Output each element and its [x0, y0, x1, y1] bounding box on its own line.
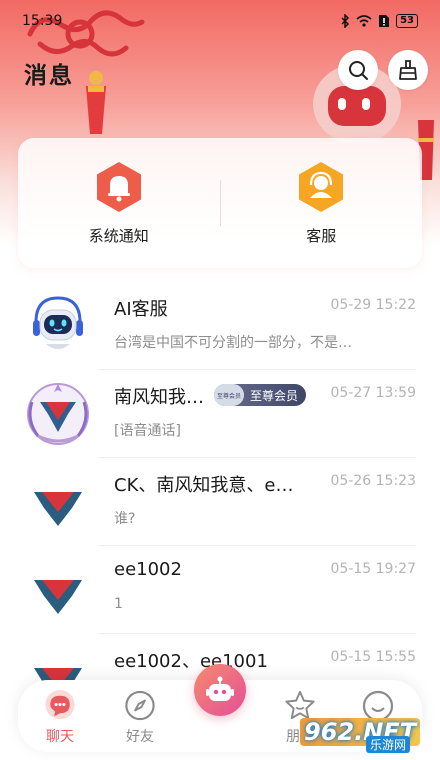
emblem-avatar-icon — [27, 383, 89, 445]
broom-icon — [399, 60, 417, 80]
vip-badge: 至尊会员 至尊会员 — [214, 384, 306, 406]
chat-time: 05-27 13:59 — [330, 385, 416, 401]
chat-name: 南风知我… — [114, 387, 204, 408]
search-button[interactable] — [338, 50, 378, 90]
chat-list: AI客服 05-29 15:22 台湾是中国不可分割的一部分，不是… 南风知我…… — [0, 282, 440, 722]
chat-time: 05-29 15:22 — [330, 297, 416, 313]
status-bar: 15:39 53 — [0, 0, 440, 42]
chat-item-nanfeng[interactable]: 南风知我… 至尊会员 至尊会员 05-27 13:59 [语音通话] — [0, 370, 440, 458]
emblem-avatar-icon — [34, 492, 82, 526]
system-notification-button[interactable]: 系统通知 — [18, 138, 220, 268]
chat-item-ai-service[interactable]: AI客服 05-29 15:22 台湾是中国不可分割的一部分，不是… — [0, 282, 440, 370]
chat-preview: 谁? — [114, 511, 136, 527]
site-watermark: 962.NET 乐游网 — [300, 708, 436, 756]
vip-emblem-icon: 至尊会员 — [214, 384, 244, 406]
chat-name: ee1002、ee1001 — [114, 651, 268, 672]
chat-name: AI客服 — [114, 299, 168, 320]
headset-agent-icon — [299, 161, 344, 212]
robot-icon — [206, 676, 234, 701]
compass-icon — [125, 690, 155, 721]
system-notification-label: 系统通知 — [88, 226, 149, 245]
tassel-decoration — [86, 71, 106, 134]
chat-item-ee1002[interactable]: ee1002 05-15 19:27 1 — [0, 546, 440, 634]
chat-preview: 台湾是中国不可分割的一部分，不是… — [114, 335, 352, 351]
page-title: 消息 — [24, 63, 74, 89]
tab-chat[interactable]: 聊天 — [30, 688, 90, 746]
chat-time: 05-26 15:23 — [330, 473, 416, 489]
chat-preview: 1 — [114, 596, 123, 612]
quick-actions-card: 系统通知 客服 — [18, 138, 422, 268]
chat-preview: [语音通话] — [114, 423, 181, 439]
status-time: 15:39 — [22, 13, 63, 29]
bluetooth-icon — [341, 14, 350, 28]
ai-assistant-button[interactable] — [194, 664, 246, 716]
tab-friends[interactable]: 好友 — [110, 688, 170, 746]
vip-badge-label: 至尊会员 — [250, 388, 299, 403]
wifi-icon — [356, 15, 372, 27]
customer-service-label: 客服 — [306, 226, 337, 245]
battery-indicator: 53 — [396, 14, 418, 28]
customer-service-button[interactable]: 客服 — [221, 138, 423, 268]
chat-name: ee1002 — [114, 559, 182, 580]
chat-item-group-ck[interactable]: CK、南风知我意、e… 05-26 15:23 谁? — [0, 458, 440, 546]
sim-alert-icon — [379, 15, 390, 27]
search-icon — [349, 61, 368, 80]
watermark-subtitle: 乐游网 — [366, 736, 411, 753]
status-icons: 53 — [340, 14, 418, 28]
chat-time: 05-15 19:27 — [330, 561, 416, 577]
tab-chat-label: 聊天 — [46, 729, 74, 745]
chat-time: 05-15 15:55 — [330, 649, 416, 665]
clear-unread-button[interactable] — [388, 50, 428, 90]
chat-bubble-icon — [45, 689, 75, 720]
emblem-avatar-icon — [34, 580, 82, 614]
tab-friends-label: 好友 — [126, 729, 154, 745]
bell-icon — [96, 161, 141, 212]
chat-name: CK、南风知我意、e… — [114, 475, 294, 496]
robot-avatar-icon — [25, 293, 91, 359]
